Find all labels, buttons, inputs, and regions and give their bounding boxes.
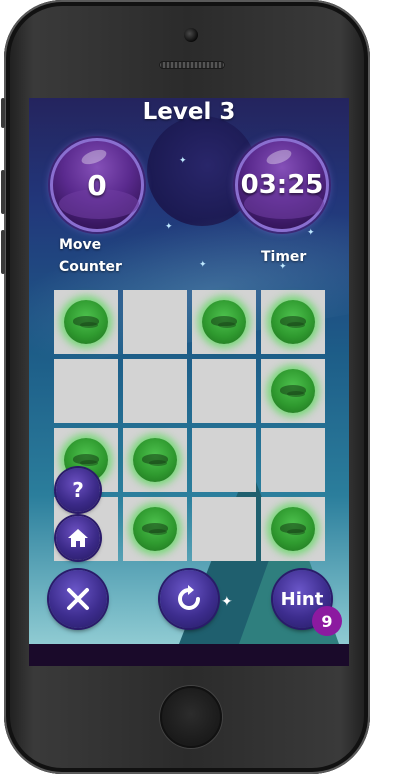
green-ball-piece[interactable] <box>271 300 315 344</box>
volume-down-button <box>1 230 5 274</box>
restart-icon <box>178 585 200 610</box>
board-cell[interactable] <box>261 428 325 492</box>
level-title: Level 3 <box>142 99 236 125</box>
green-ball-piece[interactable] <box>133 438 177 482</box>
board-cell[interactable] <box>192 359 256 423</box>
board-cell[interactable] <box>261 497 325 561</box>
board-cell[interactable] <box>123 428 187 492</box>
star-icon: ✦ <box>165 222 173 232</box>
board-cell[interactable] <box>261 359 325 423</box>
board-cell[interactable] <box>192 428 256 492</box>
help-icon: ? <box>72 478 84 502</box>
game-screen: ✦ ✦ ✦ ✦ ✦ Level 3 0 Move Counter 03:25 T… <box>29 98 349 666</box>
board-cell[interactable] <box>192 497 256 561</box>
volume-up-button <box>1 170 5 214</box>
restart-button[interactable] <box>160 570 218 628</box>
timer-label: Timer <box>261 249 307 265</box>
sparkle-icon: ✦ <box>221 594 233 610</box>
green-ball-piece[interactable] <box>271 507 315 551</box>
screen-bottom-bar <box>29 644 349 666</box>
hint-count-badge: 9 <box>312 606 342 636</box>
star-icon: ✦ <box>179 156 187 166</box>
timer-value: 03:25 <box>240 170 324 200</box>
front-camera <box>184 28 198 42</box>
help-button[interactable]: ? <box>56 468 100 512</box>
board-cell[interactable] <box>123 359 187 423</box>
move-counter-orb: 0 <box>50 138 144 232</box>
star-icon: ✦ <box>307 228 315 238</box>
board-cell[interactable] <box>123 290 187 354</box>
move-counter-label-line1: Move <box>59 237 102 253</box>
home-button[interactable] <box>56 516 100 560</box>
move-counter-label-line2: Counter <box>59 259 122 275</box>
board-cell[interactable] <box>261 290 325 354</box>
silent-switch <box>1 98 5 128</box>
hint-label: Hint <box>280 588 324 610</box>
green-ball-piece[interactable] <box>133 507 177 551</box>
home-icon <box>68 529 88 547</box>
green-ball-piece[interactable] <box>64 300 108 344</box>
move-counter-value: 0 <box>87 168 107 202</box>
green-ball-piece[interactable] <box>202 300 246 344</box>
green-ball-piece[interactable] <box>271 369 315 413</box>
board-cell[interactable] <box>123 497 187 561</box>
board-cell[interactable] <box>54 290 118 354</box>
move-counter-label: Move Counter <box>59 234 122 278</box>
timer-orb: 03:25 <box>235 138 329 232</box>
earpiece-speaker <box>159 61 225 69</box>
game-board <box>54 290 326 562</box>
star-icon: ✦ <box>199 260 207 270</box>
phone-home-button[interactable] <box>160 686 222 748</box>
close-icon <box>67 588 89 610</box>
board-cell[interactable] <box>54 359 118 423</box>
board-cell[interactable] <box>192 290 256 354</box>
quit-button[interactable] <box>49 570 107 628</box>
